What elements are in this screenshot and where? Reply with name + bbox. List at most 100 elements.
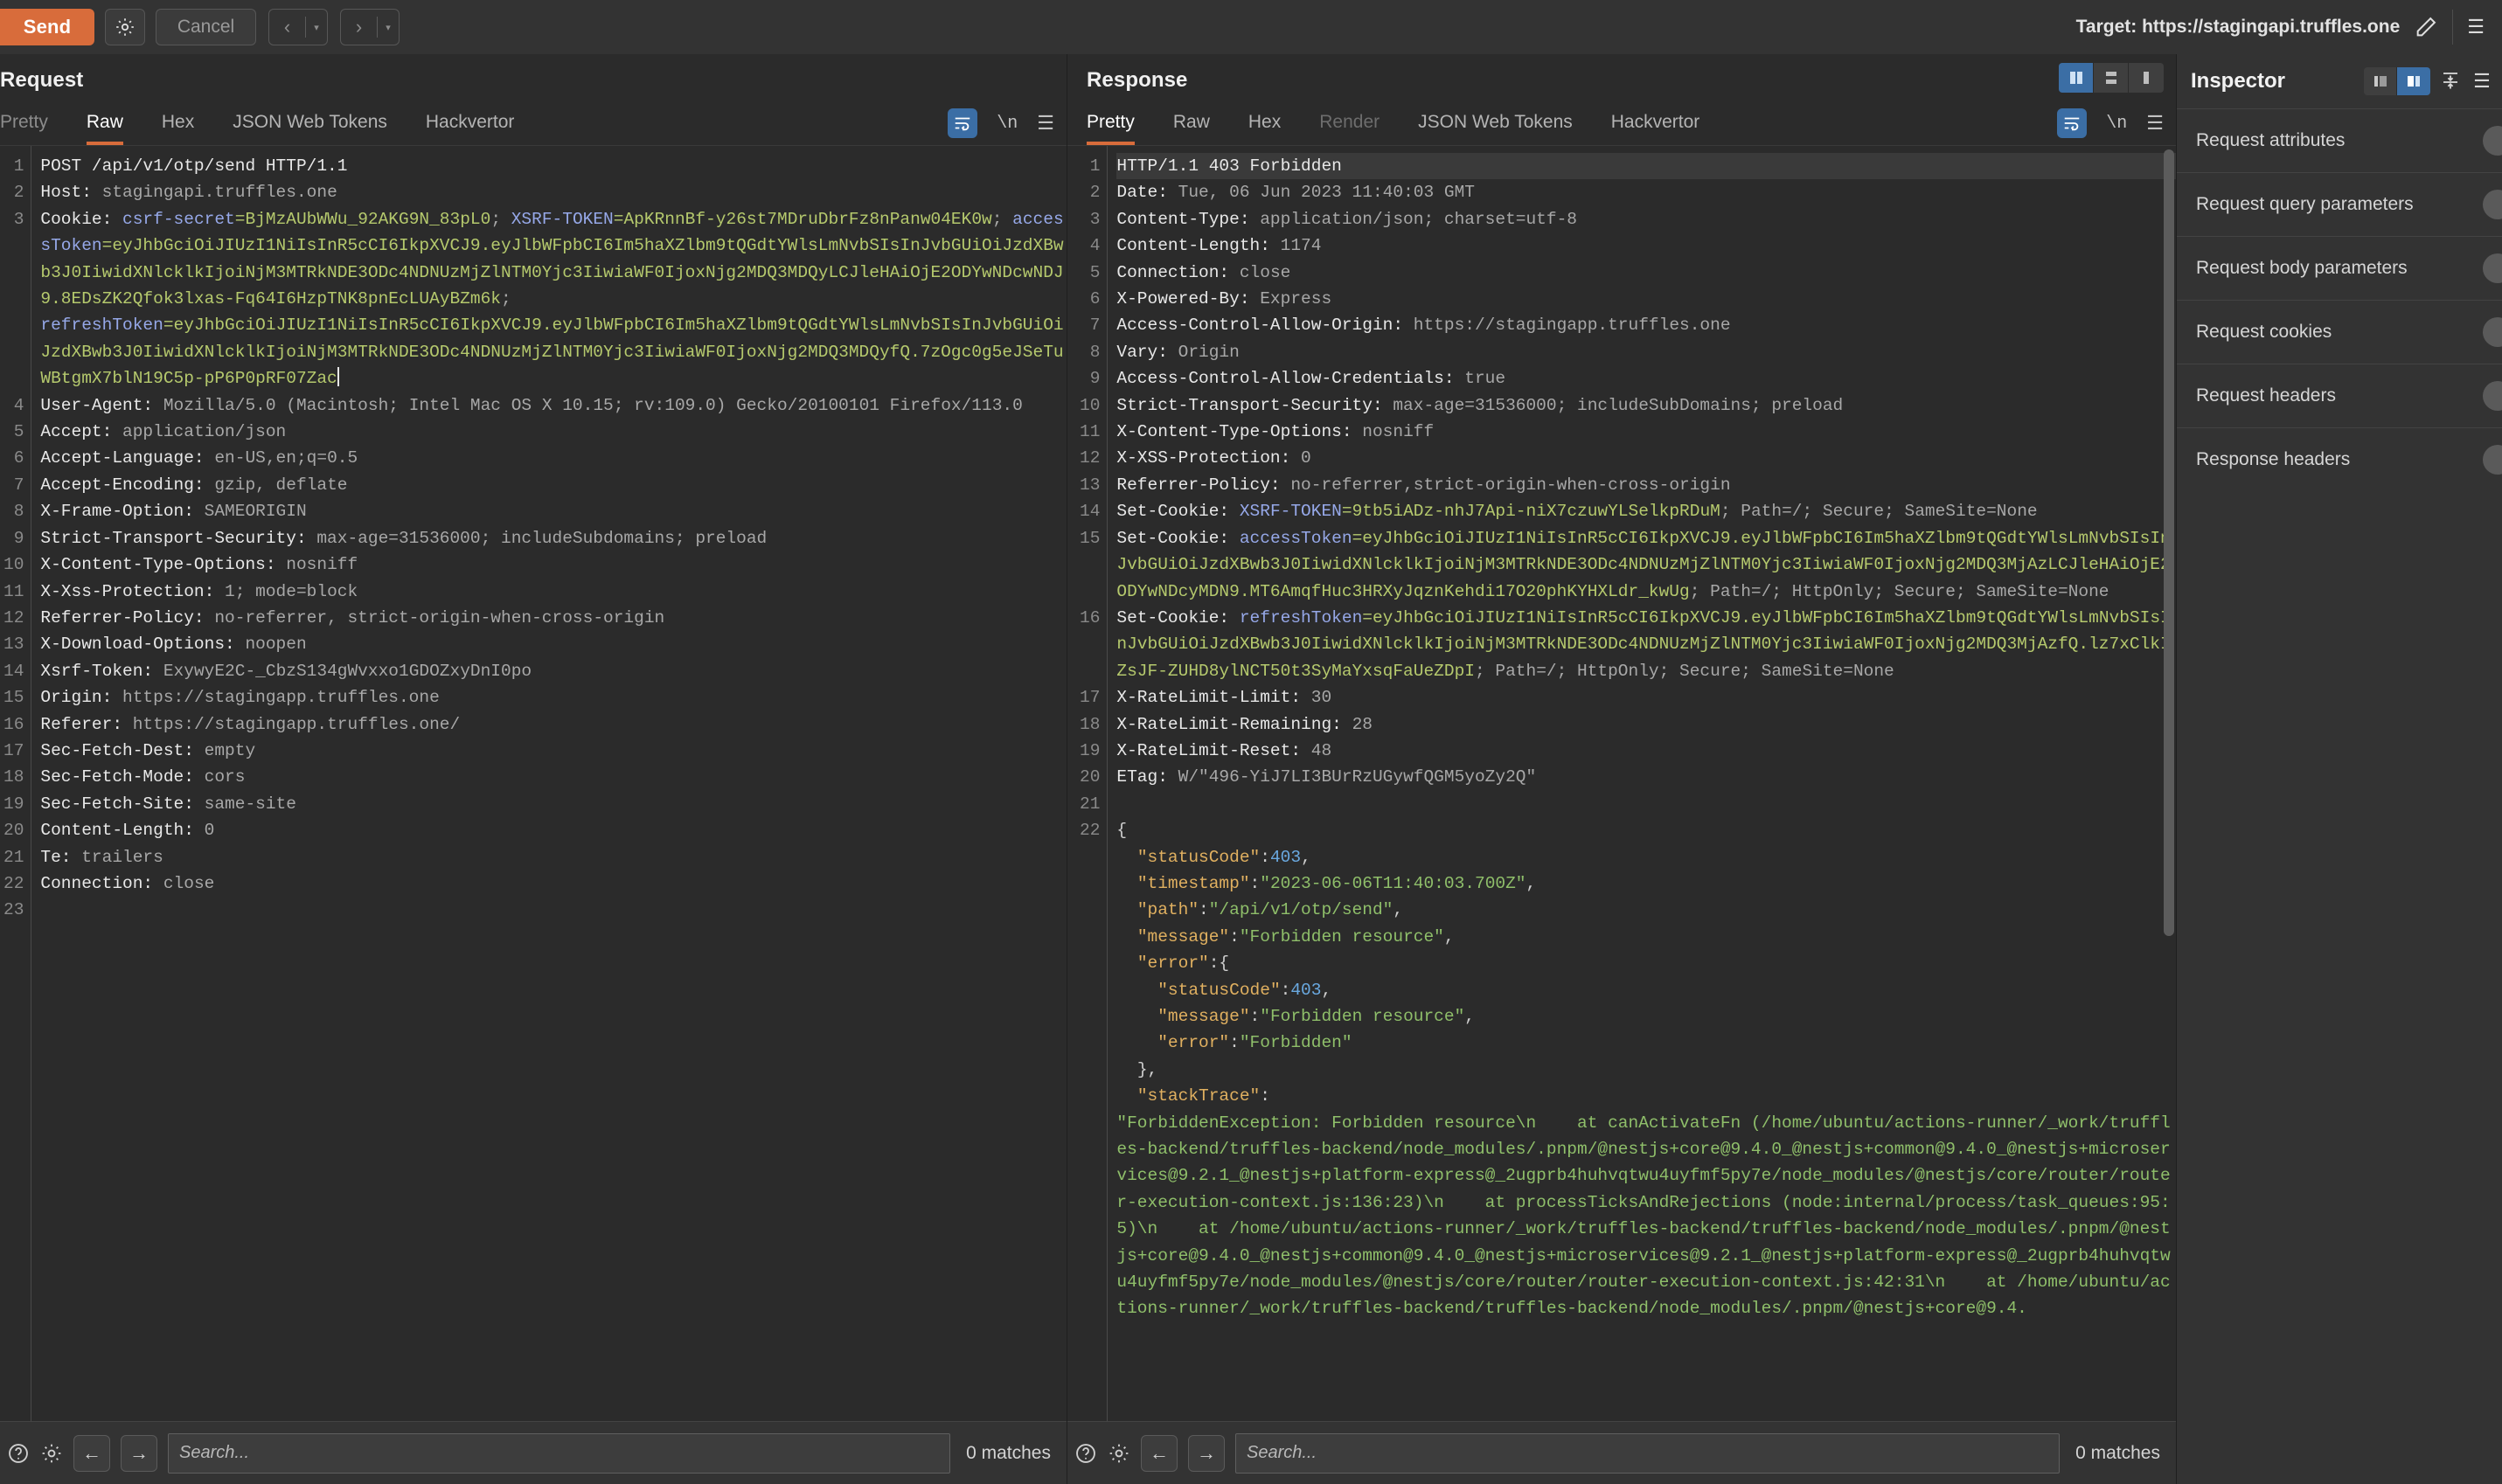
inspector-row-request-body-parameters[interactable]: Request body parameters [2177, 236, 2502, 300]
tab-request-hex[interactable]: Hex [162, 112, 194, 145]
help-icon[interactable] [7, 1442, 30, 1465]
line-number: 9 [13, 528, 24, 548]
tab-request-pretty[interactable]: Pretty [0, 112, 48, 145]
line-number: 19 [1080, 740, 1101, 760]
code-line: HTTP/1.1 403 Forbidden [1116, 153, 2176, 180]
request-code[interactable]: POST /api/v1/otp/send HTTP/1.1 Host: stag… [31, 146, 1067, 1421]
word-wrap-icon[interactable] [948, 108, 978, 138]
collapse-all-icon[interactable] [2439, 71, 2462, 92]
inspector-row-label: Request body parameters [2196, 258, 2408, 278]
line-number [1080, 1083, 1100, 1109]
code-line: Xsrf-Token: ExywyE2C-_CbzS134gWvxxo1GDOZ… [40, 661, 532, 681]
send-button[interactable]: Send [0, 9, 94, 45]
line-number: 4 [13, 395, 24, 415]
pencil-icon[interactable] [2414, 15, 2438, 39]
code-line: "message":"Forbidden resource", [1136, 926, 1455, 947]
inspector-row-request-attributes[interactable]: Request attributes [2177, 108, 2502, 172]
newline-icon[interactable]: \n [997, 114, 1018, 134]
line-number: 10 [3, 555, 24, 575]
gear-icon[interactable] [40, 1442, 63, 1465]
code-line: "ForbiddenException: Forbidden resource\… [1116, 1113, 2171, 1319]
tab-request-jwt[interactable]: JSON Web Tokens [233, 112, 387, 145]
newline-icon[interactable]: \n [2106, 114, 2127, 134]
request-search-input[interactable] [168, 1432, 951, 1474]
tab-response-hackvertor[interactable]: Hackvertor [1611, 112, 1700, 145]
code-line: Referrer-Policy: no-referrer, strict-ori… [40, 607, 665, 628]
code-line: Vary: Origin [1116, 342, 1240, 362]
request-tabstrip: Pretty Raw Hex JSON Web Tokens Hackverto… [0, 107, 1067, 145]
response-search-input[interactable] [1235, 1432, 2061, 1474]
line-number: 5 [13, 422, 24, 442]
tab-response-jwt[interactable]: JSON Web Tokens [1418, 112, 1573, 145]
hamburger-icon[interactable]: ☰ [2467, 16, 2485, 38]
code-line: Host: stagingapi.truffles.one [40, 183, 337, 203]
line-number: 14 [3, 661, 24, 681]
cancel-button[interactable]: Cancel [156, 9, 256, 45]
code-line: { [1116, 821, 1128, 841]
target-label: Target: https://stagingapi.truffles.one [2075, 17, 2401, 37]
tab-request-raw[interactable]: Raw [86, 112, 123, 145]
inspector-row-badge [2483, 381, 2502, 411]
chevron-down-icon[interactable]: ▾ [378, 22, 399, 33]
line-number: 13 [3, 635, 24, 655]
panel-right-icon[interactable] [2397, 67, 2430, 95]
request-settings-button[interactable] [105, 9, 145, 45]
tab-response-hex[interactable]: Hex [1248, 112, 1281, 145]
code-line: Cookie: csrf-secret=BjMzAUbWWu_92AKG9N_8… [40, 209, 1064, 309]
hamburger-icon[interactable]: ☰ [1037, 112, 1054, 135]
inspector-row-request-cookies[interactable]: Request cookies [2177, 300, 2502, 364]
hamburger-icon[interactable]: ☰ [2471, 70, 2493, 93]
panel-left-icon[interactable] [2364, 67, 2397, 95]
code-line: Accept-Encoding: gzip, deflate [40, 475, 348, 495]
split-vertical-icon[interactable] [2059, 63, 2094, 93]
line-number [1080, 950, 1100, 976]
split-horizontal-icon[interactable] [2094, 63, 2129, 93]
search-prev-button[interactable]: ← [73, 1434, 110, 1472]
search-next-button[interactable]: → [1188, 1434, 1225, 1472]
hamburger-icon[interactable]: ☰ [2146, 112, 2164, 135]
help-icon[interactable] [1074, 1442, 1097, 1465]
search-next-button[interactable]: → [121, 1434, 157, 1472]
line-number: 18 [3, 767, 24, 787]
inspector-row-label: Request cookies [2196, 322, 2332, 342]
forward-nav-button[interactable]: › ▾ [340, 9, 400, 45]
inspector-row-badge [2483, 253, 2502, 283]
tab-request-hackvertor[interactable]: Hackvertor [426, 112, 515, 145]
line-number: 20 [1080, 767, 1101, 787]
code-line: X-Content-Type-Options: nosniff [1116, 422, 1435, 442]
gear-icon[interactable] [1108, 1442, 1130, 1465]
line-number: 5 [1089, 262, 1101, 282]
line-number [1080, 1003, 1100, 1030]
line-number: 13 [1080, 475, 1101, 495]
inspector-row-request-headers[interactable]: Request headers [2177, 364, 2502, 427]
line-number: 7 [1089, 316, 1101, 336]
search-prev-button[interactable]: ← [1141, 1434, 1178, 1472]
word-wrap-icon[interactable] [2057, 108, 2088, 138]
request-title: Request [0, 68, 84, 92]
response-editor[interactable]: 1 2 3 4 5 6 7 8 9 10 11 12 13 14 15 16 17 18 19 20 21 22 HTTP… [1067, 145, 2176, 1421]
request-editor[interactable]: 1 2 3 4 5 6 7 8 9 10 11 12 13 14 15 16 17 18 19 20 21 22 23 PO… [0, 145, 1067, 1421]
line-number [1080, 977, 1100, 1003]
response-match-count: 0 matches [2075, 1442, 2160, 1463]
line-number: 7 [13, 475, 24, 495]
code-line: POST /api/v1/otp/send HTTP/1.1 [40, 156, 348, 176]
inspector-row-request-query-parameters[interactable]: Request query parameters [2177, 172, 2502, 236]
single-pane-icon[interactable] [2129, 63, 2164, 93]
code-line: Sec-Fetch-Site: same-site [40, 794, 296, 814]
tab-response-raw[interactable]: Raw [1173, 112, 1210, 145]
back-nav-button[interactable]: ‹ ▾ [268, 9, 328, 45]
line-number: 22 [1080, 821, 1101, 841]
inspector-row-badge [2483, 445, 2502, 475]
line-number: 8 [13, 502, 24, 522]
code-line: Referrer-Policy: no-referrer,strict-orig… [1116, 475, 1731, 495]
tab-response-pretty[interactable]: Pretty [1087, 112, 1135, 145]
inspector-row-response-headers[interactable]: Response headers [2177, 427, 2502, 491]
response-code[interactable]: HTTP/1.1 403 Forbidden Date: Tue, 06 Jun … [1108, 146, 2176, 1421]
chevron-down-icon[interactable]: ▾ [306, 22, 327, 33]
code-line: Strict-Transport-Security: max-age=31536… [40, 528, 768, 548]
line-number [1080, 924, 1100, 950]
divider [2452, 10, 2454, 45]
response-scrollbar[interactable] [2164, 149, 2174, 1418]
code-line: Te: trailers [40, 847, 163, 867]
